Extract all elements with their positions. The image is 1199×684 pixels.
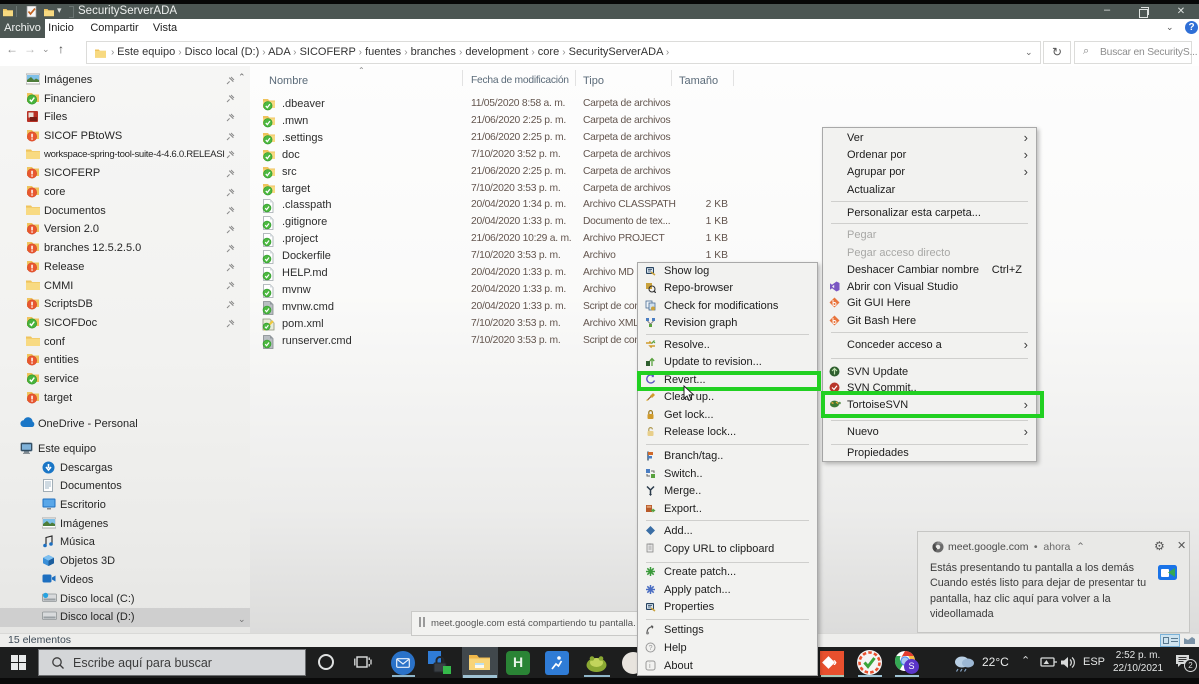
svg-text:?: ? — [649, 645, 653, 652]
svg-text:i: i — [649, 661, 651, 670]
